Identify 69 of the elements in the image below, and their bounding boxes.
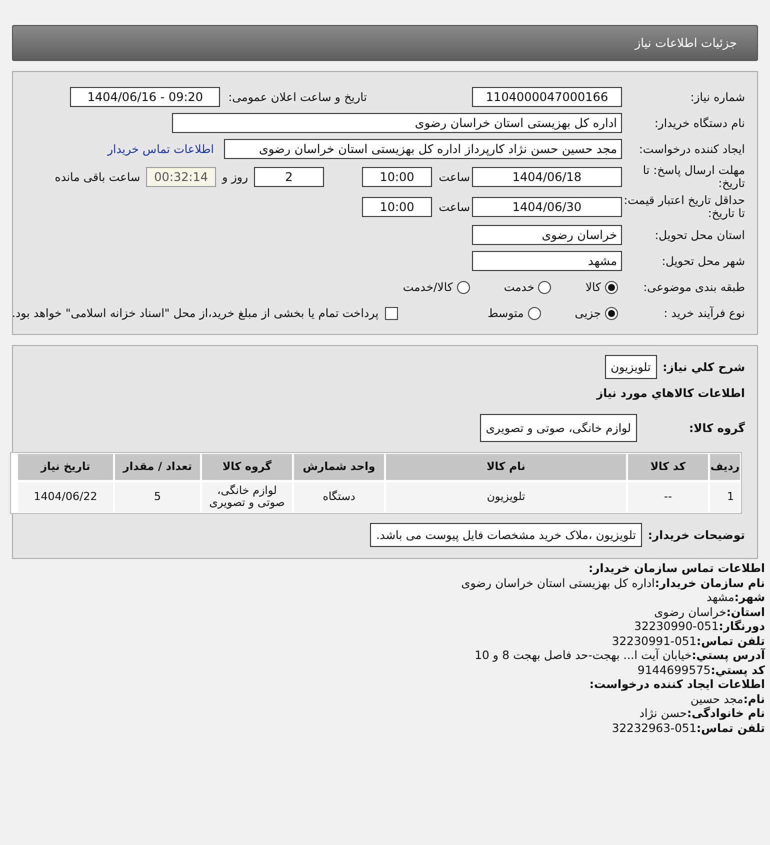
validity-time-field[interactable]: 10:00: [362, 197, 432, 217]
contact-info-line: شهر:مشهد: [706, 590, 765, 604]
announce-date-field[interactable]: 1404/06/16 - 09:20: [70, 87, 220, 107]
field-label: ساعت: [438, 170, 470, 184]
table-cell: 5: [115, 482, 200, 512]
summary-value: تلویزیون: [604, 355, 657, 379]
column-header: ردیف: [710, 454, 740, 480]
column-header: نام کالا: [386, 454, 626, 480]
field-label: حداقل تاریخ اعتبار قیمت: تا تاریخ:: [622, 194, 746, 220]
deadline-date-field[interactable]: 1404/06/18: [472, 167, 622, 187]
field-label: شهر محل تحویل:: [660, 254, 746, 268]
contact-info-line: استان:خراسان رضوی: [653, 604, 765, 619]
validity-date-field[interactable]: 1404/06/30: [472, 197, 622, 217]
field-label: شماره نیاز:: [689, 90, 746, 104]
radio-button[interactable]: [528, 306, 541, 320]
radio-label: متوسط: [488, 306, 524, 320]
radio-label: کالا/خدمت: [402, 280, 453, 294]
contact-info-line: نام سازمان خریدار:اداره کل بهزیستی استان خراسان رضوی: [460, 576, 765, 590]
column-header: تعداد / مقدار: [115, 454, 200, 480]
field-label: شرح کلي نیاز:: [662, 360, 745, 374]
radio-label: خدمت: [504, 280, 534, 294]
field-label: استان محل تحویل:: [654, 228, 746, 242]
table-cell: دستگاه: [294, 482, 384, 512]
field-label: طبقه بندی موضوعی:: [642, 280, 746, 294]
checkbox[interactable]: [384, 306, 398, 320]
contact-info-line: آدرس پستي:خیابان آیت ا... بهجت-حد فاصل بهجت 8 و 10: [474, 648, 765, 662]
buyer-contact-link[interactable]: اطلاعات تماس خریدار: [107, 142, 214, 156]
field-label: تاریخ و ساعت اعلان عمومی:: [228, 90, 367, 104]
buyer-notes-value: تلویزیون ،ملاک خرید مشخصات فایل پیوست می باشد.: [370, 523, 642, 547]
contact-info-line: اطلاعات ایجاد کننده درخواست:: [588, 677, 765, 692]
field-label: مهلت ارسال پاسخ: تا تاریخ:: [642, 164, 746, 190]
requester-field[interactable]: مجد حسین حسن نژاد کارپرداز اداره کل بهزیستی استان خراسان رضوی: [224, 139, 622, 159]
table-cell: --: [628, 482, 708, 512]
table-cell: تلویزیون: [386, 482, 626, 512]
radio-label: کالا: [585, 280, 601, 294]
field-label: نام دستگاه خریدار:: [653, 116, 746, 130]
radio-label: جزیی: [574, 306, 601, 320]
field-label: ساعت باقی مانده: [54, 170, 140, 184]
column-header: تاریخ نیاز: [18, 454, 113, 480]
field-label: توضیحات خریدار:: [648, 528, 745, 542]
field-label: ساعت: [438, 200, 470, 214]
province-field[interactable]: خراسان رضوی: [472, 225, 622, 245]
column-header: گروه کالا: [202, 454, 292, 480]
radio-button[interactable]: [456, 280, 470, 294]
remaining-time-field[interactable]: 00:32:14: [146, 167, 216, 187]
need-number-field[interactable]: 1104000047000166: [472, 87, 622, 107]
city-field[interactable]: مشهد: [472, 251, 622, 271]
deadline-time-field[interactable]: 10:00: [362, 167, 432, 187]
table-cell: لوازم خانگی، صوتی و تصویری: [202, 482, 292, 512]
table-cell: 1404/06/22: [18, 482, 113, 512]
contact-info-line: نام:مجد حسین: [689, 692, 765, 706]
page-title-bar: جزئیات اطلاعات نیاز: [12, 25, 758, 61]
radio-button[interactable]: [538, 280, 552, 294]
field-label: نوع فرآیند خرید :: [662, 306, 746, 320]
goods-group-value: لوازم خانگی، صوتی و تصویری: [480, 414, 637, 442]
field-label: روز و: [222, 170, 248, 184]
radio-button[interactable]: [605, 306, 618, 320]
days-field[interactable]: 2: [254, 167, 324, 187]
field-label: ایجاد کننده درخواست:: [638, 142, 746, 156]
radio-button[interactable]: [605, 280, 618, 294]
field-label: گروه کالا:: [688, 421, 745, 435]
checkbox-label: پرداخت تمام یا بخشی از مبلغ خرید،از محل "اسناد خزانه اسلامی" خواهد بود.: [12, 306, 379, 320]
table-cell: 1: [710, 482, 740, 512]
column-header: واحد شمارش: [294, 454, 384, 480]
buyer-org-field[interactable]: اداره کل بهزیستی استان خراسان رضوی: [172, 113, 622, 133]
contact-info-line: نام خانوادگی:حسن نژاد: [638, 706, 765, 720]
section-heading: اطلاعات کالاهاي مورد نیاز: [596, 386, 745, 400]
contact-info-line: اطلاعات تماس سازمان خریدار:: [587, 561, 765, 576]
column-header: کد کالا: [628, 454, 708, 480]
